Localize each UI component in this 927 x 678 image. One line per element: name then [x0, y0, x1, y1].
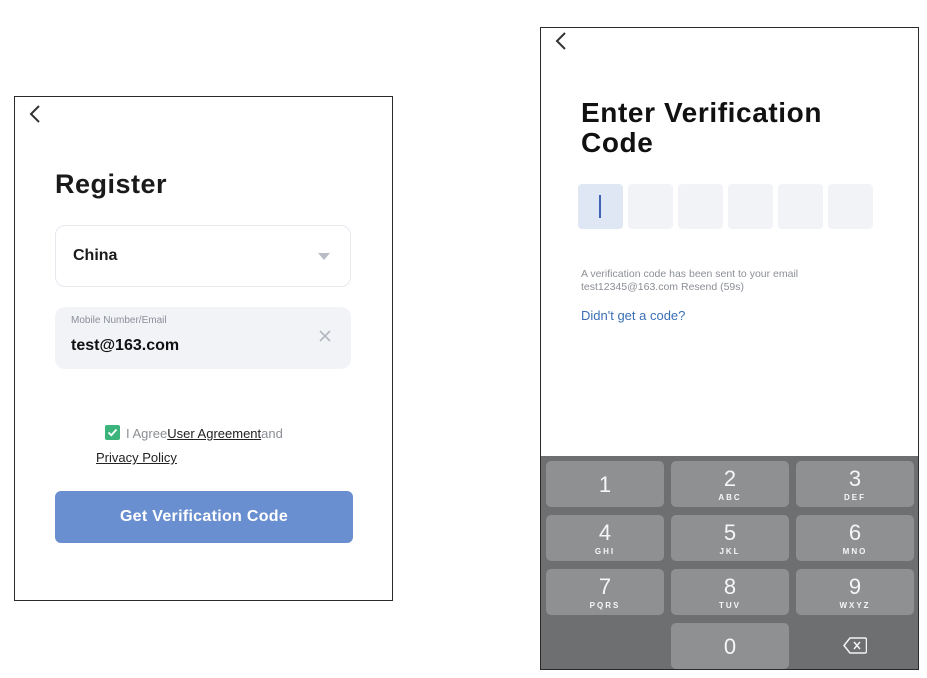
register-screen: Register China Mobile Number/Email test@… [14, 96, 393, 601]
close-icon[interactable] [319, 329, 331, 347]
numeric-keypad: 1 2 ABC 3 DEF 4 GHI 5 JKL 6 MNO 7 PQRS 8 TUV 9W… [541, 456, 918, 669]
code-digit-box[interactable] [678, 184, 723, 229]
country-value: China [73, 247, 118, 264]
key-8[interactable]: 8 TUV [671, 569, 789, 615]
country-select[interactable]: China [55, 225, 351, 287]
key-4[interactable]: 4 GHI [546, 515, 664, 561]
key-0[interactable]: 0 [671, 623, 789, 669]
key-3[interactable]: 3 DEF [796, 461, 914, 507]
back-chevron-icon[interactable] [29, 105, 41, 123]
code-digit-box[interactable] [728, 184, 773, 229]
email-field-value: test@163.com [71, 337, 180, 354]
text-cursor [599, 195, 601, 218]
key-1[interactable]: 1 [546, 461, 664, 507]
privacy-policy-link[interactable]: Privacy Policy [96, 450, 177, 465]
didnt-get-code-link[interactable]: Didn't get a code? [581, 308, 685, 323]
key-5[interactable]: 5 JKL [671, 515, 789, 561]
message-email: test12345@163.com [581, 281, 679, 293]
backspace-icon[interactable] [796, 623, 914, 669]
key-9[interactable]: 9 WXYZ [796, 569, 914, 615]
message-line: A verification code has been sent to you… [581, 268, 799, 280]
agreement-row: I AgreeUser Agreementand [105, 425, 283, 441]
key-6[interactable]: 6 MNO [796, 515, 914, 561]
code-digit-box[interactable] [828, 184, 873, 229]
code-digit-box[interactable] [778, 184, 823, 229]
agree-prefix: I Agree [126, 426, 168, 441]
page-title: Register [55, 169, 168, 199]
agree-and: and [261, 426, 283, 441]
resend-link[interactable]: Resend (59s) [681, 281, 744, 293]
code-digit-box[interactable] [578, 184, 623, 229]
verification-message: A verification code has been sent to you… [581, 268, 881, 294]
page-title: Enter Verification Code [581, 97, 823, 158]
agreement-checkbox[interactable] [105, 425, 120, 440]
verification-screen: Enter Verification Code A verification c… [540, 27, 919, 670]
code-digit-box[interactable] [628, 184, 673, 229]
email-field[interactable]: Mobile Number/Email test@163.com [55, 307, 351, 369]
code-input-group [578, 184, 873, 229]
check-icon [107, 428, 118, 437]
user-agreement-link[interactable]: User Agreement [167, 426, 261, 441]
key-7[interactable]: 7 PQRS [546, 569, 664, 615]
back-chevron-icon[interactable] [555, 32, 567, 50]
email-field-label: Mobile Number/Email [71, 315, 167, 326]
get-verification-code-button[interactable]: Get Verification Code [55, 491, 353, 543]
key-2[interactable]: 2 ABC [671, 461, 789, 507]
caret-down-icon [318, 253, 330, 260]
